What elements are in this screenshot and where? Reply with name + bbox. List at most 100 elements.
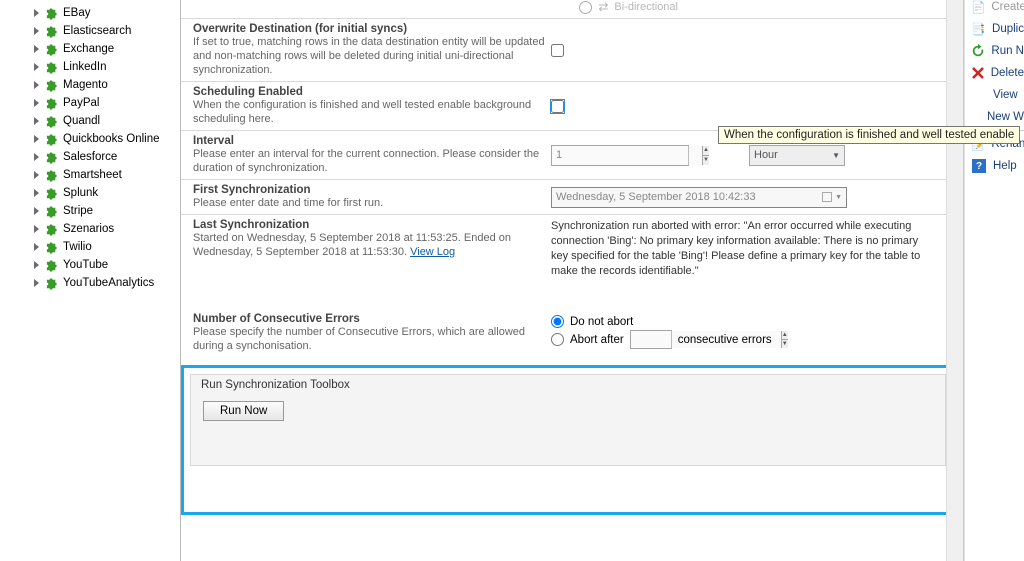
row-title: Overwrite Destination (for initial syncs…	[193, 23, 551, 35]
actions-pane: 📄 Create 📑 Duplic Run N Delete View New …	[964, 0, 1024, 561]
chevron-right-icon	[32, 116, 42, 126]
tree-item-ebay[interactable]: EBay	[4, 4, 180, 22]
tree-item-exchange[interactable]: Exchange	[4, 40, 180, 58]
row-desc: Please enter an interval for the current…	[193, 147, 551, 175]
tree-item-twilio[interactable]: Twilio	[4, 238, 180, 256]
chevron-right-icon	[32, 80, 42, 90]
tree-item-linkedin[interactable]: LinkedIn	[4, 58, 180, 76]
action-duplicate[interactable]: 📑 Duplic	[971, 18, 1024, 40]
action-label: View	[993, 89, 1018, 101]
interval-value[interactable]	[552, 146, 702, 165]
vertical-scrollbar[interactable]	[946, 0, 963, 561]
puzzle-icon	[44, 113, 60, 129]
no-abort-label: Do not abort	[570, 316, 633, 328]
abort-after-spinner[interactable]: ▲▼	[630, 330, 672, 349]
overwrite-row: Overwrite Destination (for initial syncs…	[181, 19, 963, 82]
tree-item-youtube[interactable]: YouTube	[4, 256, 180, 274]
action-new-window[interactable]: New W	[971, 106, 1024, 128]
chevron-right-icon	[32, 8, 42, 18]
duplicate-icon: 📑	[971, 21, 986, 37]
tree-item-quandl[interactable]: Quandl	[4, 112, 180, 130]
scheduling-checkbox[interactable]	[551, 100, 564, 113]
tree-item-label: Elasticsearch	[63, 25, 131, 37]
tree-item-label: Quickbooks Online	[63, 133, 160, 145]
puzzle-icon	[44, 95, 60, 111]
no-abort-radio[interactable]	[551, 315, 564, 328]
tree-item-paypal[interactable]: PayPal	[4, 94, 180, 112]
puzzle-icon	[44, 275, 60, 291]
row-title: Number of Consecutive Errors	[193, 313, 551, 325]
chevron-right-icon	[32, 188, 42, 198]
chevron-right-icon	[32, 44, 42, 54]
chevron-right-icon	[32, 224, 42, 234]
abort-after-suffix: consecutive errors	[678, 334, 772, 346]
tree-item-szenarios[interactable]: Szenarios	[4, 220, 180, 238]
errors-row: Number of Consecutive Errors Please spec…	[181, 309, 963, 357]
tree-item-label: YouTubeAnalytics	[63, 277, 154, 289]
action-label: Help	[993, 160, 1017, 172]
puzzle-icon	[44, 59, 60, 75]
spin-down-icon[interactable]: ▼	[703, 156, 709, 165]
abort-after-radio[interactable]	[551, 333, 564, 346]
interval-unit-combo[interactable]: Hour ▼	[749, 145, 845, 166]
bidirectional-label: Bi-directional	[614, 1, 678, 13]
chevron-right-icon	[32, 206, 42, 216]
chevron-down-icon: ▼	[835, 194, 842, 201]
action-label: New W	[987, 111, 1024, 123]
chevron-right-icon	[32, 242, 42, 252]
tree-item-youtubeanalytics[interactable]: YouTubeAnalytics	[4, 274, 180, 292]
chevron-down-icon: ▼	[832, 151, 840, 160]
tree-item-label: LinkedIn	[63, 61, 106, 73]
chevron-right-icon	[32, 260, 42, 270]
row-desc: Please enter date and time for first run…	[193, 196, 551, 210]
chevron-right-icon	[32, 170, 42, 180]
overwrite-checkbox[interactable]	[551, 44, 564, 57]
tree-item-label: EBay	[63, 7, 91, 19]
row-title: Interval	[193, 135, 551, 147]
chevron-right-icon	[32, 98, 42, 108]
action-create[interactable]: 📄 Create	[971, 0, 1024, 18]
lastsync-row: Last Synchronization Started on Wednesda…	[181, 215, 963, 309]
tree-item-label: Magento	[63, 79, 108, 91]
spin-down-icon[interactable]: ▼	[782, 340, 788, 348]
run-now-button[interactable]: Run Now	[203, 401, 284, 421]
tree-item-label: Twilio	[63, 241, 92, 253]
tree-item-smartsheet[interactable]: Smartsheet	[4, 166, 180, 184]
action-label: Duplic	[992, 23, 1024, 35]
spin-up-icon[interactable]: ▲	[703, 146, 709, 156]
bidirectional-radio[interactable]	[579, 1, 592, 14]
action-help[interactable]: ? Help	[971, 155, 1024, 177]
delete-icon	[971, 65, 985, 81]
tree-item-salesforce[interactable]: Salesforce	[4, 148, 180, 166]
puzzle-icon	[44, 131, 60, 147]
tree-item-magento[interactable]: Magento	[4, 76, 180, 94]
tree-item-elasticsearch[interactable]: Elasticsearch	[4, 22, 180, 40]
action-label: Delete	[991, 67, 1024, 79]
tree-item-label: Salesforce	[63, 151, 117, 163]
tree-item-splunk[interactable]: Splunk	[4, 184, 180, 202]
action-view[interactable]: View	[971, 84, 1024, 106]
toolbox-legend: Run Synchronization Toolbox	[201, 379, 350, 391]
tree-item-label: Szenarios	[63, 223, 114, 235]
chevron-right-icon	[32, 152, 42, 162]
action-delete[interactable]: Delete	[971, 62, 1024, 84]
puzzle-icon	[44, 203, 60, 219]
settings-form: ⇄ Bi-directional Overwrite Destination (…	[181, 0, 964, 561]
row-desc: If set to true, matching rows in the dat…	[193, 35, 551, 77]
firstsync-value: Wednesday, 5 September 2018 10:42:33	[556, 191, 756, 203]
spin-up-icon[interactable]: ▲	[782, 331, 788, 340]
puzzle-icon	[44, 239, 60, 255]
interval-spinner[interactable]: ▲▼	[551, 145, 689, 166]
action-label: Create	[991, 1, 1024, 13]
interval-unit-label: Hour	[754, 149, 778, 161]
tree-item-quickbooks[interactable]: Quickbooks Online	[4, 130, 180, 148]
doc-icon: 📄	[971, 0, 985, 15]
chevron-right-icon	[32, 278, 42, 288]
firstsync-datepicker[interactable]: Wednesday, 5 September 2018 10:42:33 ▼	[551, 187, 847, 208]
action-label: Run N	[991, 45, 1024, 57]
puzzle-icon	[44, 221, 60, 237]
view-log-link[interactable]: View Log	[410, 246, 455, 258]
action-run-now[interactable]: Run N	[971, 40, 1024, 62]
tree-item-stripe[interactable]: Stripe	[4, 202, 180, 220]
scheduling-tooltip: When the configuration is finished and w…	[718, 126, 1020, 144]
